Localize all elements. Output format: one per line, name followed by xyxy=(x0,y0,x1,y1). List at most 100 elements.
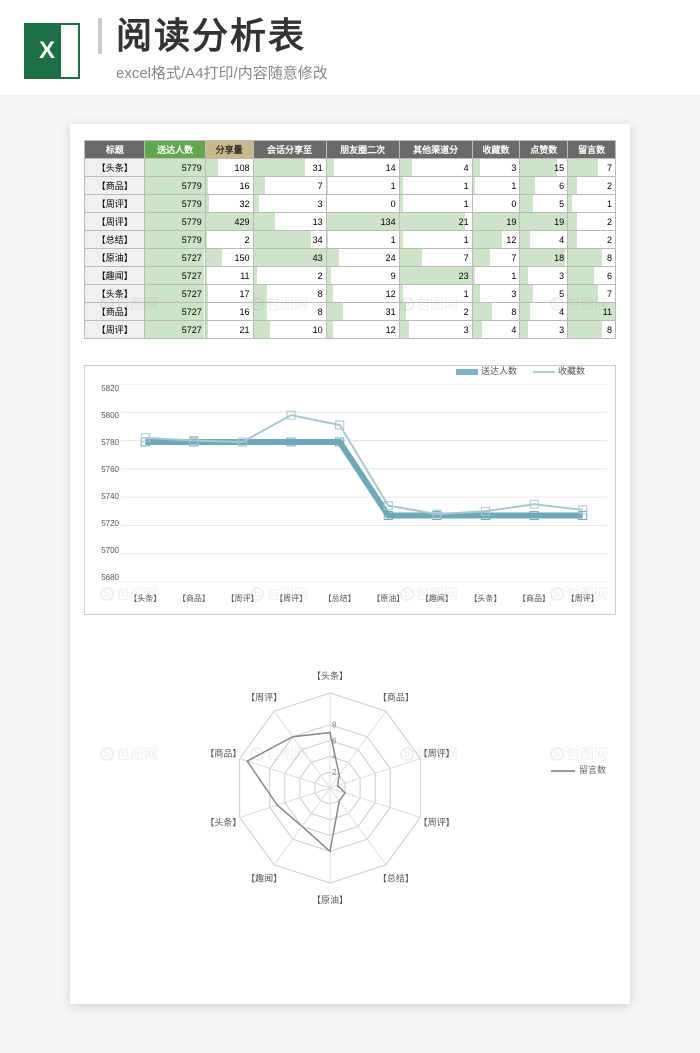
data-cell: 19 xyxy=(520,213,568,231)
data-cell: 5727 xyxy=(145,285,205,303)
legend-item-2: 收藏数 xyxy=(533,364,585,377)
excel-icon: X xyxy=(24,23,80,79)
data-cell: 1 xyxy=(568,195,616,213)
data-cell: 7 xyxy=(568,159,616,177)
svg-text:【周评】: 【周评】 xyxy=(419,818,455,828)
radar-chart: 2468【头条】【商品】【周评】【周评】【总结】【原油】【趣闻】【头条】【商品】… xyxy=(84,643,616,923)
data-cell: 2 xyxy=(568,213,616,231)
data-cell: 2 xyxy=(568,177,616,195)
data-cell: 5779 xyxy=(145,213,205,231)
data-cell: 5779 xyxy=(145,231,205,249)
data-cell: 2 xyxy=(399,303,472,321)
col-header: 分享量 xyxy=(205,141,253,159)
svg-text:2: 2 xyxy=(332,768,337,777)
data-cell: 3 xyxy=(472,285,520,303)
table-row: 【原油】5727150432477188 xyxy=(85,249,616,267)
svg-text:【头条】: 【头条】 xyxy=(312,670,348,681)
data-cell: 14 xyxy=(326,159,399,177)
col-header: 点赞数 xyxy=(520,141,568,159)
col-header: 其他渠道分 xyxy=(399,141,472,159)
data-cell: 24 xyxy=(326,249,399,267)
table-row: 【头条】5727178121357 xyxy=(85,285,616,303)
table-row: 【商品】57271683128411 xyxy=(85,303,616,321)
line-chart-yaxis: 56805700572057405760578058005820 xyxy=(87,384,119,582)
data-cell: 8 xyxy=(568,321,616,339)
data-cell: 8 xyxy=(253,285,326,303)
data-cell: 108 xyxy=(205,159,253,177)
table-row: 【商品】577916711162 xyxy=(85,177,616,195)
data-cell: 34 xyxy=(253,231,326,249)
document-page: 标题送达人数分享量会话分享至朋友圈二次其他渠道分收藏数点赞数留言数 【头条】57… xyxy=(70,124,630,1004)
data-cell: 2 xyxy=(568,231,616,249)
line-chart: 送达人数 收藏数 5680570057205740576057805800582… xyxy=(84,365,616,615)
radar-chart-plot: 2468【头条】【商品】【周评】【周评】【总结】【原油】【趣闻】【头条】【商品】… xyxy=(190,648,510,918)
data-cell: 8 xyxy=(568,249,616,267)
row-label: 【总结】 xyxy=(85,231,145,249)
data-cell: 3 xyxy=(520,321,568,339)
excel-icon-letter: X xyxy=(39,37,55,65)
svg-text:【商品】: 【商品】 xyxy=(378,691,414,702)
data-cell: 5727 xyxy=(145,267,205,285)
svg-text:【周评】: 【周评】 xyxy=(419,748,455,758)
data-cell: 1 xyxy=(399,285,472,303)
data-cell: 7 xyxy=(399,249,472,267)
data-cell: 5 xyxy=(520,285,568,303)
row-label: 【商品】 xyxy=(85,177,145,195)
data-cell: 429 xyxy=(205,213,253,231)
data-cell: 15 xyxy=(520,159,568,177)
data-cell: 5779 xyxy=(145,195,205,213)
data-cell: 1 xyxy=(399,177,472,195)
data-cell: 7 xyxy=(472,249,520,267)
data-cell: 4 xyxy=(472,321,520,339)
data-cell: 2 xyxy=(253,267,326,285)
table-row: 【周评】57272110123438 xyxy=(85,321,616,339)
data-cell: 32 xyxy=(205,195,253,213)
data-cell: 21 xyxy=(399,213,472,231)
table-row: 【头条】5779108311443157 xyxy=(85,159,616,177)
data-cell: 0 xyxy=(326,195,399,213)
data-cell: 1 xyxy=(326,231,399,249)
row-label: 【趣闻】 xyxy=(85,267,145,285)
col-header: 会话分享至 xyxy=(253,141,326,159)
data-cell: 3 xyxy=(253,195,326,213)
data-cell: 43 xyxy=(253,249,326,267)
radar-chart-legend: 留言数 xyxy=(551,763,606,776)
data-cell: 11 xyxy=(568,303,616,321)
table-row: 【总结】5779234111242 xyxy=(85,231,616,249)
data-cell: 11 xyxy=(205,267,253,285)
data-cell: 4 xyxy=(520,303,568,321)
data-cell: 16 xyxy=(205,303,253,321)
data-cell: 23 xyxy=(399,267,472,285)
col-header: 收藏数 xyxy=(472,141,520,159)
data-cell: 3 xyxy=(520,267,568,285)
data-cell: 0 xyxy=(472,195,520,213)
svg-text:8: 8 xyxy=(332,721,337,730)
data-cell: 10 xyxy=(253,321,326,339)
legend-item-1: 送达人数 xyxy=(456,364,517,377)
svg-text:【原油】: 【原油】 xyxy=(312,894,348,905)
data-cell: 8 xyxy=(472,303,520,321)
data-cell: 1 xyxy=(472,267,520,285)
page-title: 阅读分析表 xyxy=(98,18,676,54)
row-label: 【头条】 xyxy=(85,285,145,303)
row-label: 【头条】 xyxy=(85,159,145,177)
line-chart-xaxis: 【头条】【商品】【周评】【周评】【总结】【原油】【趣闻】【头条】【商品】【周评】 xyxy=(121,593,607,604)
data-cell: 2 xyxy=(205,231,253,249)
data-cell: 1 xyxy=(399,231,472,249)
data-cell: 8 xyxy=(253,303,326,321)
data-table: 标题送达人数分享量会话分享至朋友圈二次其他渠道分收藏数点赞数留言数 【头条】57… xyxy=(84,140,616,339)
data-cell: 9 xyxy=(326,267,399,285)
col-header: 标题 xyxy=(85,141,145,159)
line-chart-legend: 送达人数 收藏数 xyxy=(456,364,585,377)
page-subtitle: excel格式/A4打印/内容随意修改 xyxy=(98,62,676,83)
data-cell: 5727 xyxy=(145,303,205,321)
data-cell: 5 xyxy=(520,195,568,213)
data-cell: 31 xyxy=(253,159,326,177)
row-label: 【周评】 xyxy=(85,321,145,339)
row-label: 【周评】 xyxy=(85,213,145,231)
col-header: 留言数 xyxy=(568,141,616,159)
svg-text:【总结】: 【总结】 xyxy=(378,873,414,884)
data-cell: 134 xyxy=(326,213,399,231)
data-cell: 4 xyxy=(520,231,568,249)
svg-text:【商品】: 【商品】 xyxy=(205,747,241,758)
